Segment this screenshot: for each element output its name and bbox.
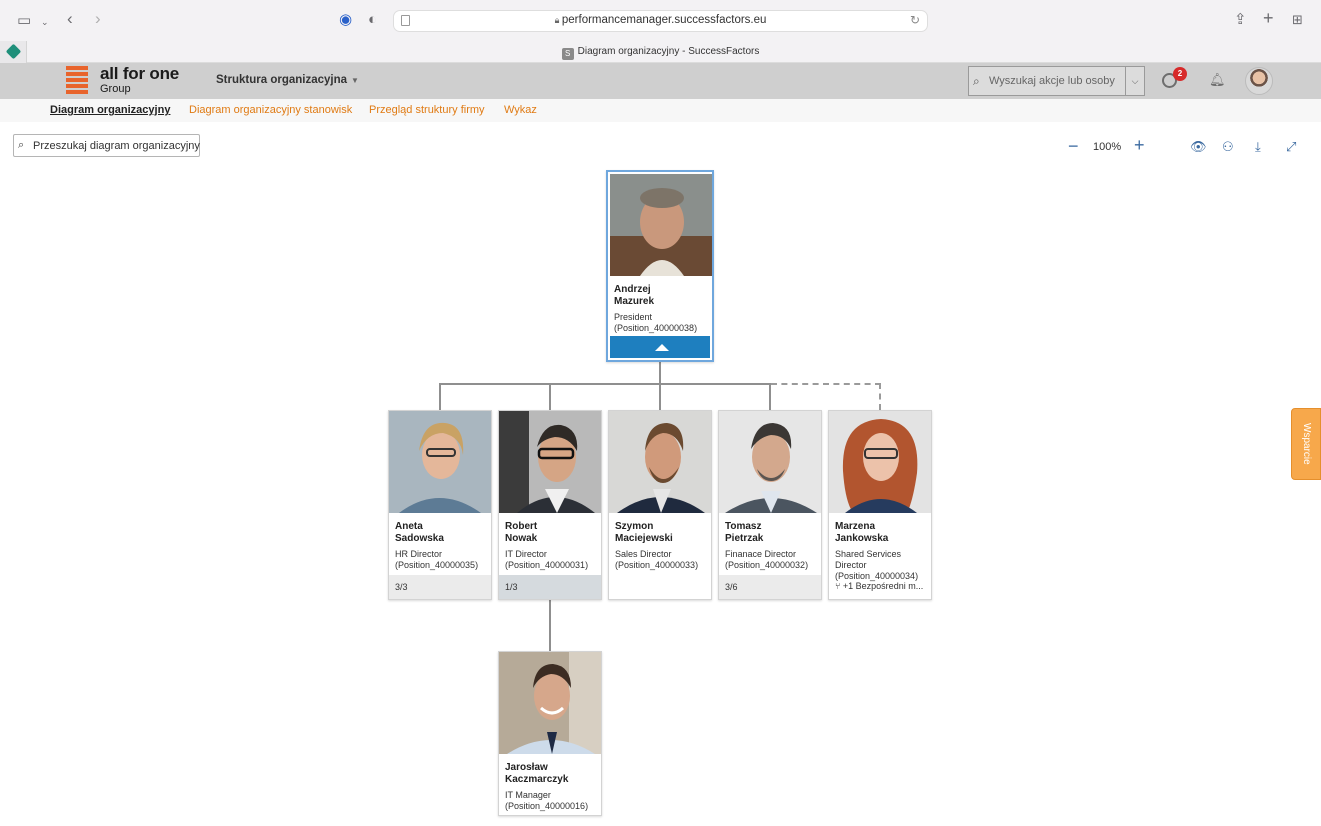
person-name: Aneta Sadowska [395, 521, 444, 544]
profile-photo [829, 411, 931, 513]
reload-icon[interactable]: ↻ [910, 13, 920, 27]
connector-line [659, 383, 661, 410]
connector-line [440, 383, 772, 385]
search-icon: ⌕ [973, 74, 980, 88]
share-icon[interactable]: ⇪ [1234, 12, 1247, 28]
person-name: Szymon Maciejewski [615, 521, 673, 544]
support-label: Wsparcie [1301, 423, 1312, 465]
tab-overview-icon[interactable]: ⊞ [1292, 12, 1303, 28]
person-name: Robert Nowak [505, 521, 538, 544]
zoom-in-icon[interactable]: + [1134, 136, 1145, 154]
org-card-direct[interactable]: Robert Nowak IT Director (Position_4000003… [498, 410, 602, 600]
global-search-input[interactable]: ⌕ Wyszukaj akcje lub osoby ⌵ [968, 66, 1145, 96]
org-card-direct[interactable]: Aneta Sadowska HR Director (Position_40000… [388, 410, 492, 600]
connector-line [549, 600, 551, 651]
fullscreen-icon[interactable]: ⤢ [1286, 139, 1296, 154]
person-position: IT Director (Position_40000031) [505, 549, 589, 570]
direct-reports-count[interactable]: 1/3 [499, 575, 601, 599]
dotted-connector-line [771, 383, 881, 385]
profile-photo [719, 411, 821, 513]
download-icon[interactable]: ⤓ [1255, 139, 1261, 154]
person-name: Marzena Jankowska [835, 521, 889, 544]
direct-reports-count[interactable]: 3/6 [719, 575, 821, 599]
direct-reports-count[interactable]: 3/3 [389, 575, 491, 599]
matrix-reports-label: +1 Bezpośredni m... [842, 581, 924, 591]
search-dropdown-button[interactable]: ⌵ [1125, 67, 1144, 95]
search-icon: ⌕ [18, 139, 25, 151]
tab-title: Diagram organizacyjny - SuccessFactors [577, 46, 760, 57]
notifications-bell-icon[interactable]: 🔔︎ [1209, 72, 1226, 88]
arrow-up-icon [655, 344, 669, 351]
profile-photo [609, 411, 711, 513]
sidebar-toggle-icon[interactable]: ▭ [17, 13, 31, 29]
back-icon[interactable]: ‹ [67, 10, 73, 27]
nav-company-structure[interactable]: Przegląd struktury firmy [369, 104, 485, 116]
connector-line [439, 383, 441, 410]
shield-extension-icon[interactable]: ◉ [339, 12, 352, 28]
chevron-down-icon[interactable]: ⌄ [41, 14, 49, 30]
logo-text[interactable]: all for one [100, 64, 179, 84]
company-logo-icon[interactable] [66, 66, 88, 95]
browser-toolbar: ▭ ⌄ ‹ › ◉ ◐ 🔒︎ performancemanager.succes… [0, 0, 1321, 63]
new-tab-icon[interactable]: + [1263, 9, 1274, 27]
org-card-direct[interactable]: Tomasz Pietrzak Finanace Director (Positio… [718, 410, 822, 600]
todo-count-badge: 2 [1173, 67, 1187, 81]
tab-favicon-icon: S [561, 48, 574, 60]
forward-icon[interactable]: › [95, 10, 101, 27]
person-settings-icon[interactable]: ⚇ [1222, 139, 1234, 154]
lock-icon: 🔒︎ [554, 15, 562, 25]
connector-line [769, 383, 771, 410]
person-name: Jarosław Kaczmarczyk [505, 762, 569, 785]
connector-line [549, 383, 551, 410]
profile-photo [499, 652, 601, 754]
org-chart-search-placeholder: Przeszukaj diagram organizacyjny [33, 140, 200, 152]
address-bar[interactable]: 🔒︎ performancemanager.successfactors.eu … [393, 10, 928, 32]
active-tab[interactable]: S Diagram organizacyjny - SuccessFactors [0, 46, 1321, 60]
matrix-reports-link[interactable]: ⑂ +1 Bezpośredni m... [829, 575, 931, 599]
org-chart-search-input[interactable]: ⌕ Przeszukaj diagram organizacyjny [13, 134, 200, 157]
nav-org-chart[interactable]: Diagram organizacyjny [50, 104, 170, 116]
url-text: 🔒︎ performancemanager.successfactors.eu [554, 14, 767, 26]
profile-photo [499, 411, 601, 513]
app-header: all for one Group Struktura organizacyjn… [0, 63, 1321, 99]
view-options-eye-icon[interactable]: 👁︎ [1190, 139, 1207, 154]
person-position: HR Director (Position_40000035) [395, 549, 479, 570]
person-position: President (Position_40000038) [614, 312, 698, 333]
zoom-level: 100% [1093, 141, 1122, 153]
person-position: Sales Director (Position_40000033) [615, 549, 699, 570]
dotted-connector-line [879, 383, 881, 410]
nav-list[interactable]: Wykaz [504, 104, 537, 116]
privacy-shield-icon[interactable]: ◐ [368, 12, 377, 28]
person-name: Andrzej Mazurek [614, 284, 655, 307]
logo-subtext: Group [100, 83, 131, 95]
profile-photo [389, 411, 491, 513]
person-position: IT Manager (Position_40000016) [505, 790, 589, 811]
module-selector[interactable]: Struktura organizacyjna ▼ [216, 74, 359, 86]
global-search-placeholder: Wyszukaj akcje lub osoby [989, 75, 1115, 87]
org-card-root[interactable]: Andrzej Mazurek President (Position_400000… [606, 170, 714, 362]
profile-photo [610, 174, 712, 276]
zoom-out-icon[interactable]: − [1068, 137, 1079, 155]
org-card-subordinate[interactable]: Jarosław Kaczmarczyk IT Manager (Position_… [498, 651, 602, 816]
branch-icon: ⑂ [835, 581, 843, 591]
collapse-up-button[interactable] [610, 336, 710, 358]
org-card-direct[interactable]: Szymon Maciejewski Sales Director (Positio… [608, 410, 712, 600]
person-name: Tomasz Pietrzak [725, 521, 764, 544]
org-card-direct[interactable]: Marzena Jankowska Shared Services Director… [828, 410, 932, 600]
nav-position-org-chart[interactable]: Diagram organizacyjny stanowisk [189, 104, 352, 116]
person-position: Finanace Director (Position_40000032) [725, 549, 809, 570]
connector-line [659, 362, 661, 385]
user-avatar[interactable] [1245, 67, 1273, 95]
caret-down-icon: ▼ [351, 76, 359, 85]
support-tab[interactable]: Wsparcie [1291, 408, 1321, 480]
sub-navigation: Diagram organizacyjny Diagram organizacy… [0, 99, 1321, 122]
